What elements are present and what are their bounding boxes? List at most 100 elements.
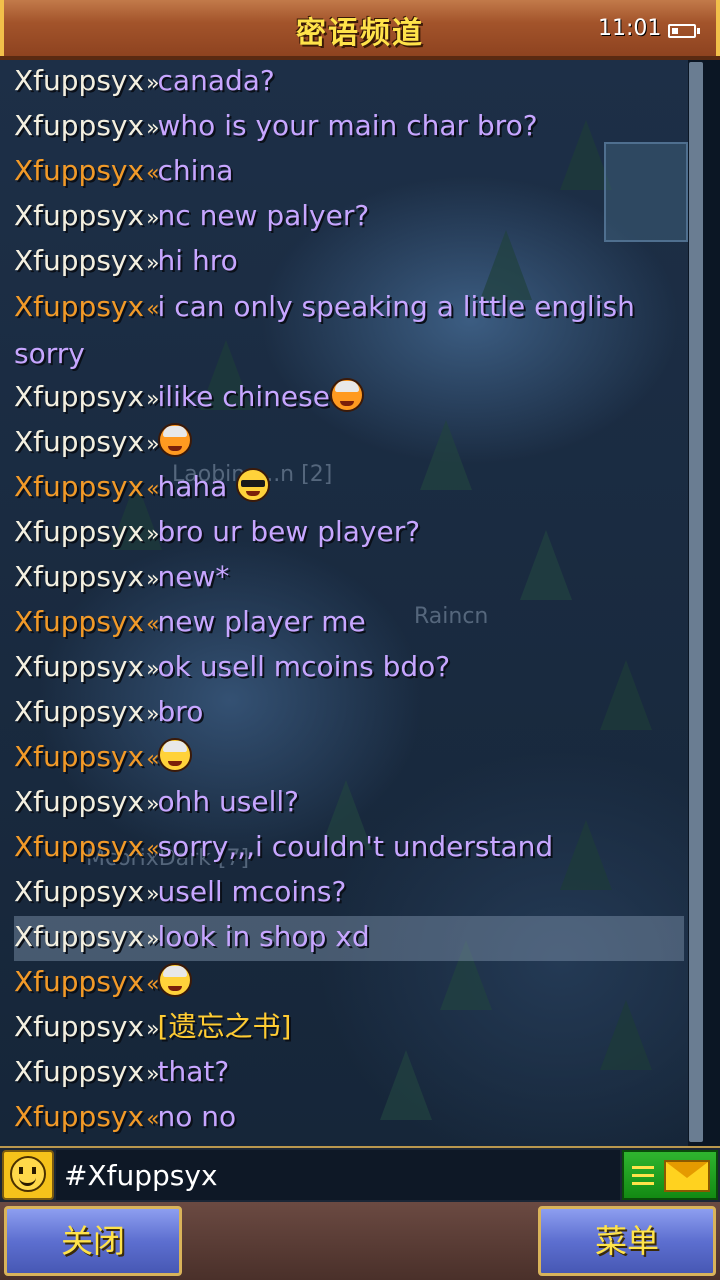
outgoing-arrow-icon: » xyxy=(146,206,160,231)
header-border-right xyxy=(716,0,720,56)
incoming-arrow-icon: « xyxy=(146,612,160,637)
message-sender[interactable]: Xfuppsyx xyxy=(14,470,144,503)
message-sender[interactable]: Xfuppsyx xyxy=(14,605,144,638)
outgoing-arrow-icon: » xyxy=(146,882,160,907)
message-sender[interactable]: Xfuppsyx xyxy=(14,965,144,998)
message-sender[interactable]: Xfuppsyx xyxy=(14,920,144,953)
chat-message[interactable]: Xfuppsyx«new player me xyxy=(14,601,684,646)
chat-message[interactable]: Xfuppsyx»that? xyxy=(14,1051,684,1096)
message-sender[interactable]: Xfuppsyx xyxy=(14,425,144,458)
chat-message[interactable]: Xfuppsyx»bro ur bew player? xyxy=(14,511,684,556)
item-link[interactable]: [遗忘之书] xyxy=(158,1010,292,1043)
incoming-arrow-icon: « xyxy=(146,747,160,772)
status-clock: 11:01 xyxy=(598,16,662,41)
message-sender[interactable]: Xfuppsyx xyxy=(14,875,144,908)
viking-emoji-icon xyxy=(157,423,192,457)
chat-log[interactable]: Xfuppsyx»canada? Xfuppsyx»who is your mai… xyxy=(14,60,684,1146)
message-sender[interactable]: Xfuppsyx xyxy=(14,109,144,142)
chat-message[interactable]: Xfuppsyx«china xyxy=(14,150,684,195)
outgoing-arrow-icon: » xyxy=(146,1017,160,1042)
chat-message[interactable]: Xfuppsyx»bro xyxy=(14,691,684,736)
message-text: usell mcoins? xyxy=(157,875,347,908)
message-text: nc new palyer? xyxy=(157,199,370,232)
message-sender[interactable]: Xfuppsyx xyxy=(14,650,144,683)
incoming-arrow-icon: « xyxy=(146,297,160,322)
message-text: new* xyxy=(157,560,230,593)
message-sender[interactable]: Xfuppsyx xyxy=(14,1100,144,1133)
message-text: ohh usell? xyxy=(157,785,300,818)
incoming-arrow-icon: « xyxy=(146,837,160,862)
message-sender[interactable]: Xfuppsyx xyxy=(14,1055,144,1088)
outgoing-arrow-icon: » xyxy=(146,522,160,547)
message-text: no no xyxy=(157,1100,237,1133)
message-text: china xyxy=(157,154,234,187)
message-text: hi hro xyxy=(157,244,238,277)
outgoing-arrow-icon: » xyxy=(146,567,160,592)
message-sender[interactable]: Xfuppsyx xyxy=(14,515,144,548)
outgoing-arrow-icon: » xyxy=(146,116,160,141)
message-text: new player me xyxy=(157,605,366,638)
incoming-arrow-icon: « xyxy=(146,972,160,997)
message-text: bro ur bew player? xyxy=(157,515,421,548)
chat-message[interactable]: Xfuppsyx« xyxy=(14,961,684,1006)
chat-message[interactable]: Xfuppsyx» xyxy=(14,421,684,466)
chat-message[interactable]: Xfuppsyx»ilike chinese xyxy=(14,376,684,421)
message-text: ok usell mcoins bdo? xyxy=(157,650,451,683)
bottom-action-bar: 关闭 菜单 xyxy=(0,1202,720,1280)
chat-message[interactable]: Xfuppsyx« xyxy=(14,736,684,781)
emoji-picker-button[interactable] xyxy=(2,1150,54,1200)
message-sender[interactable]: Xfuppsyx xyxy=(14,244,144,277)
chat-message[interactable]: Xfuppsyx«i can only speaking a little en… xyxy=(14,285,684,376)
message-sender[interactable]: Xfuppsyx xyxy=(14,740,144,773)
smiley-icon xyxy=(10,1156,46,1192)
incoming-arrow-icon: « xyxy=(146,161,160,186)
message-sender[interactable]: Xfuppsyx xyxy=(14,830,144,863)
chat-message[interactable]: Xfuppsyx»ok usell mcoins bdo? xyxy=(14,646,684,691)
message-sender[interactable]: Xfuppsyx xyxy=(14,560,144,593)
viking-emoji-icon xyxy=(329,378,364,412)
message-sender[interactable]: Xfuppsyx xyxy=(14,64,144,97)
chat-message[interactable]: Xfuppsyx»canada? xyxy=(14,60,684,105)
send-message-button[interactable] xyxy=(622,1150,718,1200)
chat-message[interactable]: Xfuppsyx»ohh usell? xyxy=(14,781,684,826)
worried-emoji-icon xyxy=(157,738,192,772)
message-text: that? xyxy=(157,1055,230,1088)
chat-message[interactable]: Xfuppsyx«no no xyxy=(14,1096,684,1141)
outgoing-arrow-icon: » xyxy=(146,387,160,412)
close-button[interactable]: 关闭 xyxy=(4,1206,182,1276)
message-text: sorry,,,i couldn't understand xyxy=(157,830,554,863)
chat-message[interactable]: Xfuppsyx»[遗忘之书] xyxy=(14,1006,684,1051)
chat-input-bar xyxy=(0,1146,720,1202)
outgoing-arrow-icon: » xyxy=(146,792,160,817)
message-text: bro xyxy=(157,695,204,728)
chat-message[interactable]: Xfuppsyx»usell mcoins? xyxy=(14,871,684,916)
message-sender[interactable]: Xfuppsyx xyxy=(14,154,144,187)
outgoing-arrow-icon: » xyxy=(146,927,160,952)
message-text: haha xyxy=(157,470,237,503)
message-sender[interactable]: Xfuppsyx xyxy=(14,290,144,323)
chat-message[interactable]: Xfuppsyx»look in shop xd xyxy=(14,916,684,961)
message-sender[interactable]: Xfuppsyx xyxy=(14,1010,144,1043)
message-text: who is your main char bro? xyxy=(157,109,538,142)
message-sender[interactable]: Xfuppsyx xyxy=(14,380,144,413)
message-sender[interactable]: Xfuppsyx xyxy=(14,785,144,818)
message-sender[interactable]: Xfuppsyx xyxy=(14,199,144,232)
outgoing-arrow-icon: » xyxy=(146,251,160,276)
chat-message[interactable]: Xfuppsyx«sorry,,,i couldn't understand xyxy=(14,826,684,871)
chat-input[interactable] xyxy=(56,1150,620,1200)
incoming-arrow-icon: « xyxy=(146,1107,160,1132)
chat-message[interactable]: Xfuppsyx»new* xyxy=(14,556,684,601)
menu-button[interactable]: 菜单 xyxy=(538,1206,716,1276)
chat-message[interactable]: Xfuppsyx«haha xyxy=(14,466,684,511)
chat-message[interactable]: Xfuppsyx»who is your main char bro? xyxy=(14,105,684,150)
outgoing-arrow-icon: » xyxy=(146,71,160,96)
chat-message[interactable]: Xfuppsyx»nc new palyer? xyxy=(14,195,684,240)
message-text: look in shop xd xyxy=(157,920,370,953)
channel-header: 密语频道 11:01 xyxy=(0,0,720,60)
battery-icon xyxy=(668,24,700,38)
chat-message[interactable]: Xfuppsyx»hi hro xyxy=(14,240,684,285)
sunglasses-emoji-icon xyxy=(236,468,271,502)
message-text: canada? xyxy=(157,64,275,97)
chat-scrollbar-thumb[interactable] xyxy=(689,62,703,1142)
message-sender[interactable]: Xfuppsyx xyxy=(14,695,144,728)
